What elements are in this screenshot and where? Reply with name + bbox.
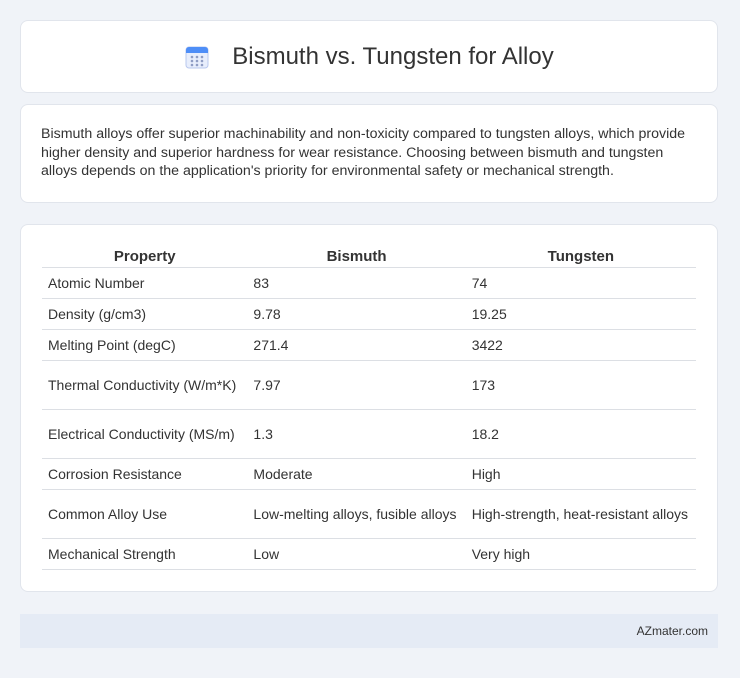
tungsten-cell: 74 xyxy=(465,267,696,299)
calendar-icon xyxy=(185,46,209,68)
table-row: Atomic Number 83 74 xyxy=(42,267,696,299)
title-card: Bismuth vs. Tungsten for Alloy xyxy=(20,20,718,93)
bismuth-cell: Low xyxy=(247,538,466,570)
bismuth-cell: Low-melting alloys, fusible alloys xyxy=(247,489,466,539)
property-cell: Common Alloy Use xyxy=(42,489,248,539)
tungsten-cell: 19.25 xyxy=(465,298,696,330)
tungsten-cell: High xyxy=(465,458,696,490)
property-cell: Thermal Conductivity (W/m*K) xyxy=(42,360,248,410)
intro-paragraph: Bismuth alloys offer superior machinabil… xyxy=(41,126,686,179)
property-cell: Atomic Number xyxy=(42,267,248,299)
bismuth-cell: 271.4 xyxy=(247,329,466,361)
property-cell: Electrical Conductivity (MS/m) xyxy=(42,409,248,459)
page-title: Bismuth vs. Tungsten for Alloy xyxy=(232,42,554,70)
bismuth-cell: 7.97 xyxy=(247,360,466,410)
tungsten-cell: 18.2 xyxy=(465,409,696,459)
header-bismuth: Bismuth xyxy=(247,245,466,268)
title-wrap: Bismuth vs. Tungsten for Alloy xyxy=(184,42,554,71)
footer-site-link[interactable]: AZmater.com xyxy=(637,624,708,638)
bismuth-cell: 9.78 xyxy=(247,298,466,330)
bismuth-cell: 83 xyxy=(247,267,466,299)
table-row: Mechanical Strength Low Very high xyxy=(42,538,696,570)
comparison-card: Property Bismuth Tungsten Atomic Number … xyxy=(20,224,718,592)
bismuth-cell: 1.3 xyxy=(247,409,466,459)
table-row: Thermal Conductivity (W/m*K) 7.97 173 xyxy=(42,360,696,410)
comparison-table: Property Bismuth Tungsten Atomic Number … xyxy=(42,245,696,570)
intro-card: Bismuth alloys offer superior machinabil… xyxy=(20,104,718,203)
tungsten-cell: High-strength, heat-resistant alloys xyxy=(465,489,696,539)
table-row: Density (g/cm3) 9.78 19.25 xyxy=(42,298,696,330)
property-cell: Corrosion Resistance xyxy=(42,458,248,490)
tungsten-cell: Very high xyxy=(465,538,696,570)
footer: AZmater.com xyxy=(20,614,718,648)
table-row: Corrosion Resistance Moderate High xyxy=(42,458,696,490)
tungsten-cell: 173 xyxy=(465,360,696,410)
table-row: Melting Point (degC) 271.4 3422 xyxy=(42,329,696,361)
property-cell: Density (g/cm3) xyxy=(42,298,248,330)
tungsten-cell: 3422 xyxy=(465,329,696,361)
table-row: Electrical Conductivity (MS/m) 1.3 18.2 xyxy=(42,409,696,459)
header-property: Property xyxy=(42,245,248,268)
property-cell: Mechanical Strength xyxy=(42,538,248,570)
table-row: Common Alloy Use Low-melting alloys, fus… xyxy=(42,489,696,539)
header-tungsten: Tungsten xyxy=(465,245,696,268)
bismuth-cell: Moderate xyxy=(247,458,466,490)
property-cell: Melting Point (degC) xyxy=(42,329,248,361)
table-header-row: Property Bismuth Tungsten xyxy=(42,245,696,268)
